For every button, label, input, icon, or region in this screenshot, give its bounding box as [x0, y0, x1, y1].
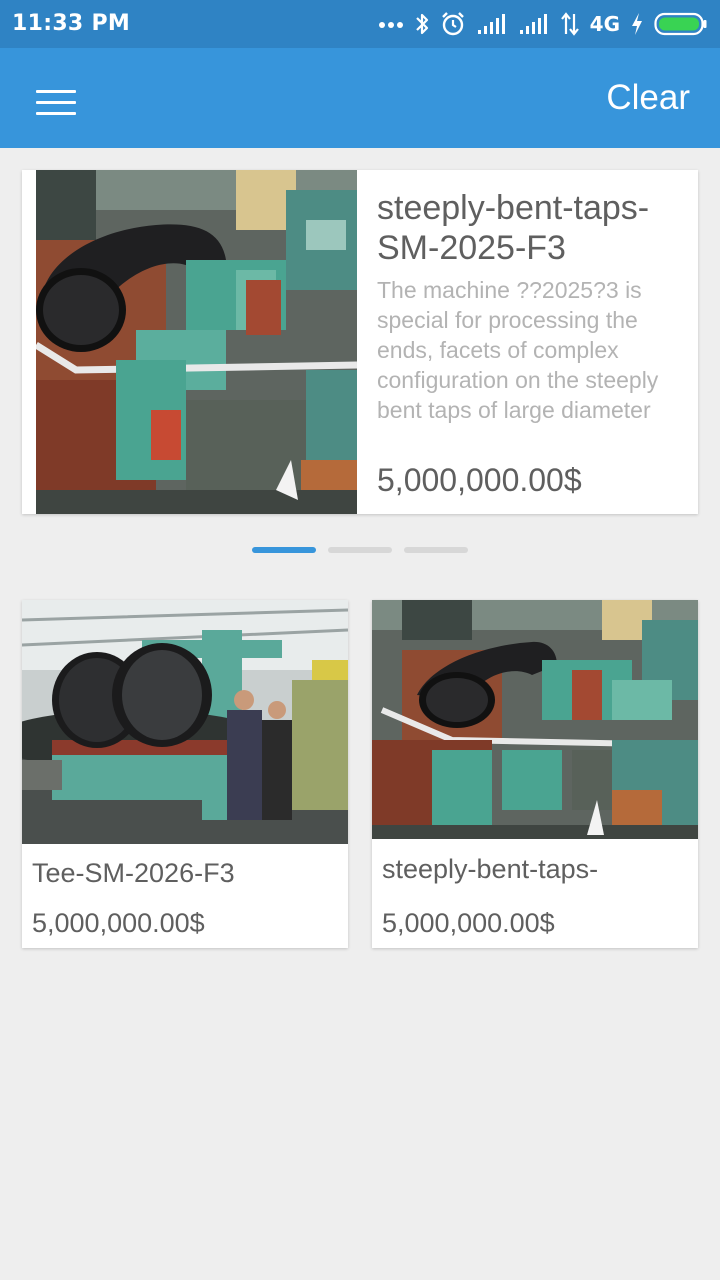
product-price: 5,000,000.00$	[32, 908, 205, 938]
featured-product-image	[36, 170, 357, 514]
more-dots-icon	[378, 20, 404, 28]
product-image	[22, 600, 348, 844]
product-title: Tee-SM-2026-F3	[32, 858, 235, 888]
product-price: 5,000,000.00$	[382, 908, 555, 938]
signal-icon	[518, 13, 550, 35]
pager-indicator-1[interactable]	[252, 547, 316, 553]
network-type: 4G	[589, 12, 620, 36]
charging-icon	[630, 12, 644, 36]
product-card[interactable]: Tee-SM-2026-F3 5,000,000.00$	[22, 600, 348, 948]
status-bar: 11:33 PM 4G	[0, 0, 720, 48]
clear-button[interactable]: Clear	[606, 78, 690, 118]
featured-product-description: The machine ??2025?3 is special for proc…	[377, 277, 659, 423]
product-title: steeply-bent-taps-	[382, 854, 599, 884]
carousel-pager	[252, 547, 468, 553]
status-icons: 4G	[378, 10, 708, 38]
battery-icon	[654, 12, 708, 36]
featured-product-title: steeply-bent-taps-SM-2025-F3	[377, 189, 650, 267]
pager-indicator-3[interactable]	[404, 547, 468, 553]
status-time: 11:33 PM	[12, 11, 131, 36]
featured-product-card[interactable]: steeply-bent-taps-SM-2025-F3 The machine…	[22, 170, 698, 514]
alarm-icon	[440, 11, 466, 37]
featured-product-price: 5,000,000.00$	[377, 462, 582, 498]
app-bar: Clear	[0, 48, 720, 148]
hamburger-menu-icon[interactable]	[34, 86, 78, 118]
pager-indicator-2[interactable]	[328, 547, 392, 553]
bluetooth-icon	[414, 11, 430, 37]
product-card[interactable]: steeply-bent-taps- 5,000,000.00$	[372, 600, 698, 948]
signal-icon	[476, 13, 508, 35]
product-image	[372, 600, 698, 839]
data-arrows-icon	[560, 12, 580, 36]
